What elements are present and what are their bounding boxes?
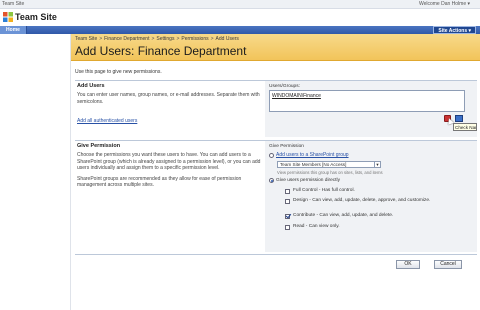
radio-add-to-group[interactable] — [269, 152, 274, 158]
permission-contribute[interactable]: Contribute - Can view, add, update, and … — [285, 213, 471, 219]
breadcrumb-current: Add Users — [215, 36, 239, 42]
users-groups-label: Users/Groups: — [269, 84, 300, 89]
permission-label: Read - Can view only. — [293, 224, 340, 229]
site-actions-menu[interactable]: Site Actions ▾ — [433, 26, 476, 34]
users-groups-input[interactable]: WINDOMAIN\Finance — [269, 90, 465, 112]
breadcrumb-separator: > — [99, 36, 103, 42]
add-users-help: You can enter user names, group names, o… — [77, 92, 260, 105]
option-give-directly[interactable]: Give users permission directly — [269, 178, 340, 183]
checkbox-read[interactable] — [285, 224, 290, 230]
checkbox-contribute[interactable] — [285, 213, 290, 219]
left-nav-area — [0, 34, 71, 310]
option-add-to-group-label[interactable]: Add users to a SharePoint group — [276, 152, 349, 158]
option-add-to-group[interactable]: Add users to a SharePoint group — [269, 152, 349, 158]
check-names-tooltip: Check Names — [453, 123, 477, 131]
group-select-value: Team Site Members [No Access] — [280, 162, 347, 167]
permission-label: Design - Can view, add, update, delete, … — [293, 198, 431, 203]
breadcrumb-item[interactable]: Settings — [156, 36, 174, 42]
resolved-user: WINDOMAIN\Finance — [272, 93, 321, 99]
breadcrumb-separator: > — [210, 36, 214, 42]
add-users-description: Add Users You can enter user names, grou… — [75, 81, 263, 137]
permission-label: Contribute - Can view, add, update, and … — [293, 213, 394, 218]
checkbox-full-control[interactable] — [285, 188, 290, 194]
site-title[interactable]: Team Site — [15, 12, 57, 23]
give-permission-section: Give Permission Choose the permissions y… — [75, 140, 477, 252]
cancel-button[interactable]: Cancel — [434, 260, 462, 269]
give-permission-label: Give Permission — [269, 144, 304, 149]
add-users-section: Add Users You can enter user names, grou… — [75, 80, 477, 137]
chevron-down-icon[interactable]: ▼ — [374, 162, 380, 167]
add-all-authenticated-link[interactable]: Add all authenticated users — [77, 118, 137, 124]
site-logo-icon — [3, 12, 13, 22]
page-title: Add Users: Finance Department — [75, 44, 247, 58]
give-permission-note: SharePoint groups are recommended as the… — [77, 175, 242, 189]
permission-design[interactable]: Design - Can view, add, update, delete, … — [285, 198, 471, 204]
give-permission-description: Give Permission Choose the permissions y… — [75, 141, 263, 252]
radio-give-directly[interactable] — [269, 178, 274, 183]
breadcrumb-item[interactable]: Permissions — [181, 36, 208, 42]
site-header: Team Site — [0, 9, 480, 26]
welcome-menu[interactable]: Welcome Dan Holme ▾ — [419, 0, 470, 9]
breadcrumb-separator: > — [151, 36, 155, 42]
checkbox-design[interactable] — [285, 198, 290, 204]
top-bar: Team Site Welcome Dan Holme ▾ — [0, 0, 480, 9]
permission-read[interactable]: Read - Can view only. — [285, 224, 471, 230]
title-area: Team Site > Finance Department > Settings > Pe… — [71, 34, 480, 61]
give-permission-panel: Give Permission Add users to a SharePoin… — [265, 141, 477, 252]
group-permissions-hint[interactable]: View permissions this group has on sites… — [277, 170, 383, 175]
top-nav — [0, 26, 480, 34]
tab-home[interactable]: Home — [0, 26, 27, 34]
permission-label: Full Control - Has full control. — [293, 188, 355, 193]
option-give-directly-label: Give users permission directly — [276, 178, 340, 183]
add-users-panel: Users/Groups: WINDOMAIN\Finance Check Na… — [265, 81, 477, 137]
breadcrumb-separator: > — [176, 36, 180, 42]
permission-full-control[interactable]: Full Control - Has full control. — [285, 188, 471, 194]
give-permission-heading: Give Permission — [77, 143, 121, 149]
page-intro: Use this page to give new permissions. — [75, 69, 162, 75]
top-site-link[interactable]: Team Site — [2, 0, 24, 9]
breadcrumb-item[interactable]: Finance Department — [104, 36, 149, 42]
breadcrumb: Team Site > Finance Department > Settings > Pe… — [75, 36, 239, 42]
ok-button[interactable]: OK — [396, 260, 420, 269]
breadcrumb-item[interactable]: Team Site — [75, 36, 97, 42]
group-select[interactable]: Team Site Members [No Access] ▼ — [277, 161, 381, 168]
browse-address-book-icon[interactable] — [455, 115, 463, 122]
add-users-heading: Add Users — [77, 83, 105, 89]
give-permission-help: Choose the permissions you want these us… — [77, 152, 261, 171]
main-content: Use this page to give new permissions. A… — [71, 61, 480, 310]
